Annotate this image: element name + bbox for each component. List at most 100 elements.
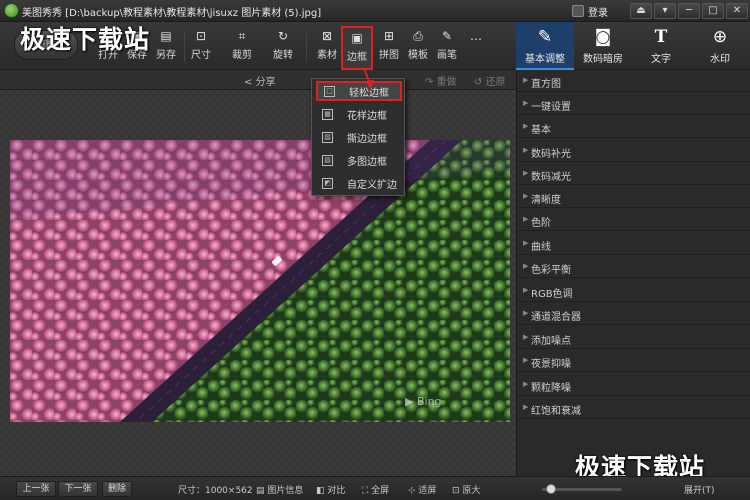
template-icon: ⎙ xyxy=(413,29,423,43)
compare-label: 对比 xyxy=(327,486,346,496)
zoom-slider[interactable] xyxy=(542,484,622,494)
adjust-item[interactable]: ▶ 直方图 xyxy=(517,70,750,92)
login-button[interactable]: 登录 xyxy=(572,3,608,19)
save-as-label: 另存 xyxy=(156,50,176,61)
adjust-item[interactable]: ▶ 颗粒降噪 xyxy=(517,374,750,396)
adjust-item[interactable]: ▶ 夜景抑噪 xyxy=(517,350,750,372)
adjust-panel: ▶ 直方图 ▶ 一键设置 ▶ 基本 ▶ 数码补光 ▶ 数码减光 ▶ 清晰度 ▶ 色阶 ▶ 曲线 … xyxy=(516,70,750,476)
expand-arrow-icon: ▶ xyxy=(523,286,529,294)
zoom-slider-handle[interactable] xyxy=(545,484,556,494)
fit-screen-label: 适屏 xyxy=(418,486,437,496)
menu-item-easy-border[interactable]: □ 轻松边框 xyxy=(316,81,402,101)
crop-button[interactable]: ⌗ 裁剪 xyxy=(227,30,257,66)
menu-item-label: 花样边框 xyxy=(347,110,387,122)
tab-text[interactable]: T 文字 xyxy=(632,22,690,70)
photo-watermark-text: Bing xyxy=(416,395,442,408)
watermark-icon: ⊕ xyxy=(712,27,728,47)
border-button[interactable]: ▣ 边框 xyxy=(341,26,373,70)
app-logo-icon xyxy=(4,3,19,18)
adjust-item[interactable]: ▶ 曲线 xyxy=(517,233,750,255)
crop-icon: ⌗ xyxy=(238,29,246,43)
fit-screen-button[interactable]: ⊹ 适屏 xyxy=(408,483,436,496)
tab-basic-adjust[interactable]: ✎ 基本调整 xyxy=(516,22,574,70)
restore-label: 还原 xyxy=(485,77,506,88)
adjust-item-label: 清晰度 xyxy=(531,195,561,206)
menu-item-pattern-border[interactable]: ▦ 花样边框 xyxy=(316,104,402,124)
image-info-button[interactable]: ▤ 图片信息 xyxy=(256,483,303,496)
window-title: 美图秀秀 [D:\backup\教程素材\教程素材\jisuxz 图片素材 (5… xyxy=(22,8,322,19)
more-tools-button[interactable]: … xyxy=(464,30,488,66)
expand-arrow-icon: ▶ xyxy=(523,333,529,341)
menu-item-custom-border[interactable]: ◩ 自定义扩边 xyxy=(316,173,402,193)
resize-label: 尺寸 xyxy=(191,50,211,61)
share-label: 分享 xyxy=(255,77,276,88)
restore-button[interactable]: ↺ 还原 xyxy=(474,73,506,88)
adjust-item[interactable]: ▶ 红饱和衰减 xyxy=(517,397,750,419)
tab-watermark[interactable]: ⊕ 水印 xyxy=(690,22,750,70)
login-label: 登录 xyxy=(588,7,608,19)
menu-item-torn-border[interactable]: ▧ 撕边边框 xyxy=(316,127,402,147)
brush-label: 画笔 xyxy=(437,50,457,61)
adjust-item[interactable]: ▶ 一键设置 xyxy=(517,93,750,115)
border-icon: ▣ xyxy=(351,31,363,45)
material-button[interactable]: ⊠ 素材 xyxy=(312,30,342,66)
user-icon xyxy=(572,5,584,17)
adjust-item[interactable]: ▶ 通道混合器 xyxy=(517,303,750,325)
expand-arrow-icon: ▶ xyxy=(523,262,529,270)
expand-arrow-icon: ▶ xyxy=(523,122,529,130)
torn-border-icon: ▧ xyxy=(322,131,333,143)
more-icon: … xyxy=(470,29,482,43)
adjust-item[interactable]: ▶ 清晰度 xyxy=(517,186,750,208)
template-button[interactable]: ⎙ 模板 xyxy=(403,30,433,66)
expand-arrow-icon: ▶ xyxy=(523,239,529,247)
brush-button[interactable]: ✎ 画笔 xyxy=(432,30,462,66)
toolbar-divider xyxy=(306,32,307,62)
adjust-item[interactable]: ▶ 数码减光 xyxy=(517,163,750,185)
rotate-button[interactable]: ↻ 旋转 xyxy=(268,30,298,66)
adjust-item[interactable]: ▶ RGB色调 xyxy=(517,280,750,302)
fullscreen-button[interactable]: ⛶ 全屏 xyxy=(362,483,389,496)
close-button[interactable]: ✕ xyxy=(726,3,748,19)
adjust-item[interactable]: ▶ 添加噪点 xyxy=(517,327,750,349)
delete-button[interactable]: 删除 xyxy=(102,481,132,497)
expand-arrow-icon: ▶ xyxy=(523,146,529,154)
save-as-button[interactable]: ▤ 另存 xyxy=(151,30,181,66)
redo-button[interactable]: ↷ 重做 xyxy=(425,73,457,88)
tab-darkroom[interactable]: ◙ 数码暗房 xyxy=(574,22,632,70)
easy-border-icon: □ xyxy=(324,85,335,97)
adjust-item-label: 夜景抑噪 xyxy=(531,359,571,370)
skin-button[interactable]: ⏏ xyxy=(630,3,652,19)
annotation-arrow-icon xyxy=(363,68,374,89)
collage-button[interactable]: ⊞ 拼图 xyxy=(374,30,404,66)
fullscreen-label: 全屏 xyxy=(371,486,390,496)
pattern-border-icon: ▦ xyxy=(322,108,333,120)
adjust-item[interactable]: ▶ 基本 xyxy=(517,116,750,138)
expand-arrow-icon: ▶ xyxy=(523,356,529,364)
next-image-button[interactable]: 下一张 xyxy=(58,481,98,497)
maximize-button[interactable]: □ xyxy=(702,3,724,19)
image-canvas[interactable]: ▶ Bing xyxy=(0,90,516,476)
tab-basic-adjust-label: 基本调整 xyxy=(525,54,565,65)
photo-preview: ▶ Bing xyxy=(10,140,510,422)
zoom-label: 展开(T) xyxy=(684,486,715,496)
adjust-item[interactable]: ▶ 数码补光 xyxy=(517,140,750,162)
minimize-button[interactable]: ─ xyxy=(678,3,700,19)
expand-arrow-icon: ▶ xyxy=(523,192,529,200)
menu-button[interactable]: ▾ xyxy=(654,3,676,19)
adjust-item[interactable]: ▶ 色阶 xyxy=(517,209,750,231)
tab-watermark-label: 水印 xyxy=(710,54,730,65)
menu-item-multi-border[interactable]: ▨ 多图边框 xyxy=(316,150,402,170)
expand-arrow-icon: ▶ xyxy=(523,380,529,388)
text-icon: T xyxy=(654,27,668,47)
resize-button[interactable]: ⊡ 尺寸 xyxy=(186,30,216,66)
adjust-item-label: 添加噪点 xyxy=(531,336,571,347)
border-label: 边框 xyxy=(347,52,367,63)
title-bar: 美图秀秀 [D:\backup\教程素材\教程素材\jisuxz 图片素材 (5… xyxy=(0,0,750,22)
prev-image-button[interactable]: 上一张 xyxy=(16,481,56,497)
original-size-button[interactable]: ⊡ 原大 xyxy=(452,483,480,496)
compare-button[interactable]: ◧ 对比 xyxy=(316,483,345,496)
adjust-item[interactable]: ▶ 色彩平衡 xyxy=(517,256,750,278)
rotate-icon: ↻ xyxy=(277,29,289,43)
share-button[interactable]: < 分享 xyxy=(244,73,276,88)
material-icon: ⊠ xyxy=(321,29,333,43)
